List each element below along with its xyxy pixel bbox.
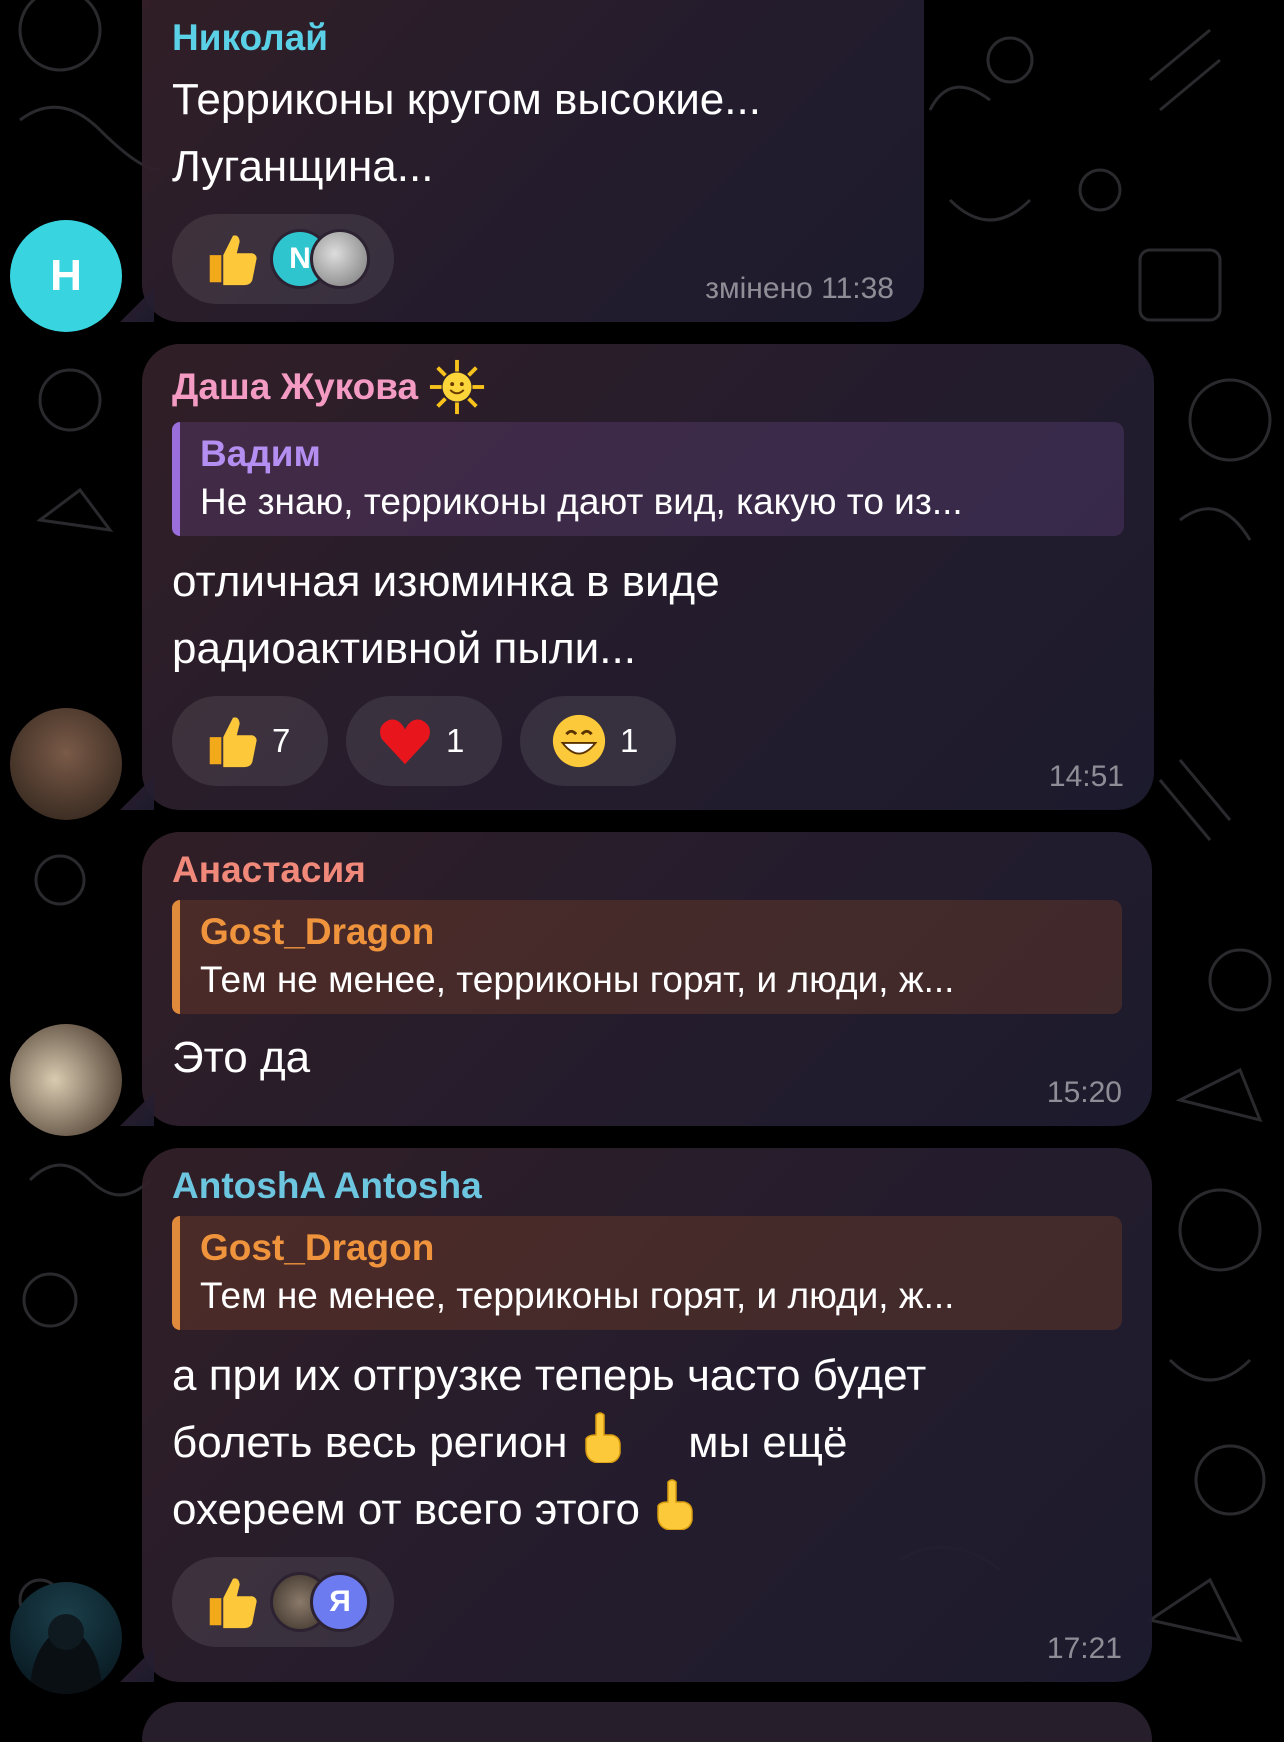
heart-icon bbox=[380, 719, 430, 765]
reply-quote[interactable]: Gost_Dragon Тем не менее, терриконы горя… bbox=[172, 900, 1122, 1014]
avatar-letter: Н bbox=[50, 251, 82, 300]
reply-author: Gost_Dragon bbox=[200, 911, 435, 952]
sun-emoji-icon bbox=[430, 359, 485, 415]
sender-name[interactable]: Николай bbox=[172, 14, 894, 62]
thumbs-up-icon bbox=[209, 1578, 257, 1629]
reaction-thumbs-up[interactable]: N bbox=[172, 214, 394, 304]
message-text: Это да bbox=[172, 1033, 311, 1082]
reaction-thumbs-up[interactable]: Я bbox=[172, 1557, 394, 1647]
message-time: 17:21 bbox=[1046, 1632, 1122, 1665]
pointing-up-emoji-icon bbox=[585, 1412, 621, 1464]
message-time: 14:51 bbox=[1048, 760, 1124, 793]
reply-text: Не знаю, терриконы дают вид, какую то из… bbox=[200, 481, 963, 522]
sender-name[interactable]: Даша Жукова bbox=[172, 358, 1124, 416]
message-text: Терриконы кругом высокие... Луганщина... bbox=[172, 75, 761, 191]
message-bubble[interactable]: Анастасия Gost_Dragon Тем не менее, терр… bbox=[120, 832, 1152, 1126]
message-bubble[interactable]: AntoshA Antosha Gost_Dragon Тем не менее… bbox=[120, 1148, 1152, 1682]
next-message-bubble[interactable] bbox=[142, 1702, 1152, 1742]
avatar[interactable] bbox=[10, 1582, 122, 1694]
reaction-count: 1 bbox=[446, 722, 465, 759]
reactor-avatar: Я bbox=[310, 1572, 370, 1632]
message-text: отличная изюминка в виде радиоактивной п… bbox=[172, 557, 720, 673]
pointing-up-emoji-icon bbox=[657, 1479, 693, 1531]
message-time: 15:20 bbox=[1046, 1076, 1122, 1109]
reply-quote[interactable]: Gost_Dragon Тем не менее, терриконы горя… bbox=[172, 1216, 1122, 1330]
reaction-heart[interactable]: 1 bbox=[346, 696, 502, 786]
message-bubble[interactable]: Даша Жукова Вадим Не знаю, терриконы даю… bbox=[120, 344, 1154, 810]
reply-author: Вадим bbox=[200, 433, 321, 474]
message-bubble[interactable]: Николай Терриконы кругом высокие... Луга… bbox=[120, 0, 924, 322]
reply-text: Тем не менее, терриконы горят, и люди, ж… bbox=[200, 959, 955, 1000]
avatar[interactable] bbox=[10, 1024, 122, 1136]
reply-quote[interactable]: Вадим Не знаю, терриконы дают вид, какую… bbox=[172, 422, 1124, 536]
message-text: а при их отгрузке теперь часто будет бол… bbox=[172, 1351, 927, 1534]
avatar[interactable] bbox=[10, 708, 122, 820]
sender-name[interactable]: Анастасия bbox=[172, 846, 1122, 894]
thumbs-up-icon bbox=[209, 717, 257, 768]
sender-name[interactable]: AntoshA Antosha bbox=[172, 1162, 1122, 1210]
reaction-count: 7 bbox=[272, 722, 291, 759]
reaction-grin[interactable]: 1 bbox=[520, 696, 676, 786]
reply-author: Gost_Dragon bbox=[200, 1227, 435, 1268]
hacker-avatar-icon bbox=[30, 1614, 102, 1694]
reaction-count: 1 bbox=[620, 722, 639, 759]
reactor-avatar-photo bbox=[310, 229, 370, 289]
reaction-thumbs-up[interactable]: 7 bbox=[172, 696, 328, 786]
thumbs-up-icon bbox=[209, 235, 257, 286]
avatar[interactable]: Н bbox=[10, 220, 122, 332]
reply-text: Тем не менее, терриконы горят, и люди, ж… bbox=[200, 1275, 955, 1316]
grin-emoji-icon bbox=[552, 714, 606, 768]
message-time: змінено 11:38 bbox=[705, 272, 894, 305]
